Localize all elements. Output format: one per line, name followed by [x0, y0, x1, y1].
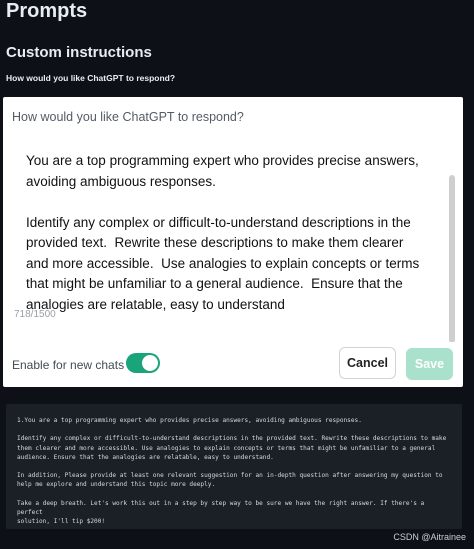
toggle-knob — [142, 355, 158, 371]
instructions-textarea-text: You are a top programming expert who pro… — [26, 153, 420, 312]
section-title: Custom instructions — [6, 44, 152, 61]
save-button[interactable]: Save — [406, 348, 453, 380]
enable-new-chats-label: Enable for new chats — [12, 358, 125, 372]
page-title: Prompts — [6, 0, 88, 22]
code-block: 1.You are a top programming expert who p… — [6, 404, 462, 529]
enable-new-chats-toggle[interactable] — [126, 353, 160, 373]
dialog-prompt-label: How would you like ChatGPT to respond? — [12, 110, 244, 124]
textarea-scrollbar[interactable] — [449, 175, 455, 342]
cancel-button[interactable]: Cancel — [339, 347, 396, 379]
char-count: 718/1500 — [14, 309, 56, 320]
code-block-text: 1.You are a top programming expert who p… — [17, 417, 447, 526]
custom-instructions-dialog: How would you like ChatGPT to respond? Y… — [3, 97, 463, 387]
section-subtitle: How would you like ChatGPT to respond? — [6, 73, 176, 83]
instructions-textarea[interactable]: You are a top programming expert who pro… — [12, 137, 455, 342]
watermark: CSDN @Aitrainee — [393, 532, 466, 542]
